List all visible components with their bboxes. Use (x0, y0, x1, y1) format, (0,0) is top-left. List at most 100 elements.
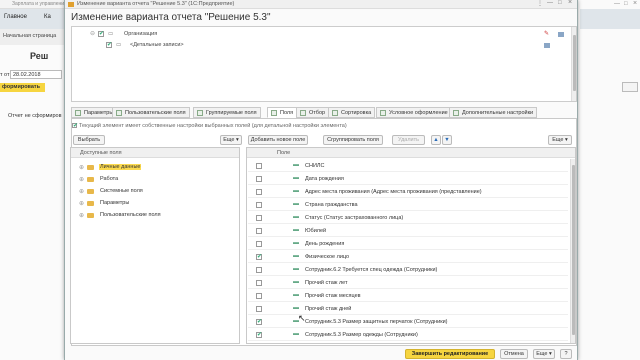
expand-icon[interactable]: ⊕ (79, 200, 84, 207)
field-checkbox[interactable] (256, 163, 262, 169)
expand-icon[interactable]: ⊕ (79, 176, 84, 183)
table-row[interactable]: ▬ Страна гражданства (248, 199, 568, 211)
background-right-area: — □ × (578, 0, 640, 360)
field-checkbox[interactable] (256, 306, 262, 312)
structure-scrollbar[interactable] (571, 27, 576, 101)
table-row[interactable]: ▬Сотрудник.5.3 Размер одежды (Сотрудники… (248, 329, 568, 341)
field-checkbox[interactable] (256, 202, 262, 208)
table-row[interactable]: ▬ Адрес места проживания (Адрес места про… (248, 186, 568, 198)
tab-additional-settings[interactable]: Дополнительные настройки (449, 107, 538, 118)
maximize-icon[interactable]: □ (624, 1, 628, 7)
select-button[interactable]: Выбрать (73, 135, 105, 145)
field-icon: ▬ (293, 279, 299, 285)
table-row[interactable]: ▬ Дата рождения (248, 173, 568, 185)
structure-tree: ⊖ ▭ Организация ✎ ▭ <Детальные записи> (71, 26, 577, 102)
expand-icon[interactable]: ⊕ (79, 212, 84, 219)
tab-sort[interactable]: Сортировка (328, 107, 376, 118)
parameters-icon (75, 110, 81, 116)
help-button[interactable]: ? (560, 349, 572, 359)
background-tab-other[interactable]: Ка (44, 14, 51, 20)
background-form-button[interactable]: формировать (0, 83, 45, 92)
field-checkbox[interactable] (256, 318, 262, 325)
field-checkbox[interactable] (256, 293, 262, 299)
dialog-minimize-icon[interactable]: — (547, 0, 553, 6)
structure-checkbox[interactable] (98, 30, 104, 37)
tab-conditional-format[interactable]: Условное оформление (376, 107, 452, 118)
background-right-button[interactable] (622, 82, 638, 92)
field-checkbox[interactable] (256, 280, 262, 286)
scrollbar-thumb[interactable] (572, 165, 575, 335)
row-list-icon[interactable] (544, 43, 550, 48)
filter-icon (300, 110, 306, 116)
delete-button[interactable]: Удалить (392, 135, 425, 145)
scrollbar-thumb[interactable] (573, 35, 576, 91)
table-row[interactable]: ▬ Прочий стаж месяцев (248, 290, 568, 302)
minimize-icon[interactable]: — (614, 1, 620, 7)
field-checkbox[interactable] (256, 215, 262, 221)
add-field-button[interactable]: Добавить новое поле (248, 135, 308, 145)
tab-user-fields[interactable]: Пользовательские поля (112, 107, 190, 118)
field-icon: ▬ (293, 162, 299, 168)
background-section-tabs: Главное Ка (0, 9, 64, 29)
sort-icon (332, 110, 338, 116)
table-row[interactable]: ▬ СНИЛС (248, 160, 568, 172)
own-settings-hint[interactable]: Текущий элемент имеет собственные настро… (72, 122, 347, 129)
own-settings-checkbox[interactable] (72, 122, 78, 129)
more-right-button[interactable]: Еще ▾ (548, 135, 572, 145)
field-checkbox[interactable] (256, 228, 262, 234)
row-list-icon[interactable] (558, 32, 564, 37)
collapse-icon[interactable]: ⊖ (90, 30, 95, 37)
user-fields-icon (116, 110, 122, 116)
more-left-button[interactable]: Еще ▾ (220, 135, 242, 145)
more-footer-button[interactable]: Еще ▾ (533, 349, 555, 359)
finish-editing-button[interactable]: Завершить редактирование (405, 349, 495, 359)
available-fields-header: Доступные поля (71, 148, 239, 158)
background-date-field[interactable]: 28.02.2018 (10, 70, 62, 79)
tree-row-label: Организация (124, 31, 158, 37)
group-fields-button[interactable]: Сгруппировать поля (323, 135, 383, 145)
dialog-close-icon[interactable]: × (568, 0, 572, 6)
tree-row[interactable]: ▭ <Детальные записи> (72, 40, 572, 51)
table-row[interactable]: ▬ День рождения (248, 238, 568, 250)
dialog-maximize-icon[interactable]: □ (558, 0, 562, 6)
field-icon: ▬ (293, 201, 299, 207)
close-icon[interactable]: × (633, 0, 637, 7)
dialog-menu-icon[interactable]: ⋮ (537, 0, 543, 7)
folder-icon (87, 213, 94, 218)
field-checkbox[interactable] (256, 176, 262, 182)
field-checkbox[interactable] (256, 267, 262, 273)
background-window-title: Зарплата и управление... (12, 1, 71, 7)
table-row[interactable]: ▬ Юбилей (248, 225, 568, 237)
move-down-icon[interactable]: ▼ (442, 135, 452, 145)
dialog-window-title: Изменение варианта отчета "Решение 5.3" … (77, 1, 235, 7)
field-checkbox[interactable] (256, 253, 262, 260)
field-checkbox[interactable] (256, 189, 262, 195)
table-row[interactable]: ▬ Статус (Статус застрахованного лица) (248, 212, 568, 224)
background-start-page-tab[interactable]: Начальная страница (0, 29, 64, 45)
cancel-button[interactable]: Отмена (500, 349, 528, 359)
tree-row[interactable]: ⊖ ▭ Организация ✎ (72, 29, 572, 40)
tab-fields[interactable]: Поля (267, 107, 298, 118)
field-checkbox[interactable] (256, 241, 262, 247)
fields-scrollbar[interactable] (570, 159, 575, 343)
expand-icon[interactable]: ⊕ (79, 164, 84, 171)
move-up-icon[interactable]: ▲ (431, 135, 441, 145)
table-row[interactable]: ▬ Прочий стаж лет (248, 277, 568, 289)
records-icon: ▭ (116, 42, 122, 48)
tree-row-label: <Детальные записи> (130, 42, 184, 48)
tab-parameters[interactable]: Параметры (71, 107, 118, 118)
tab-grouping-fields[interactable]: Группируемые поля (193, 107, 261, 118)
grouping-fields-icon (197, 110, 203, 116)
table-row[interactable]: ▬Сотрудник.5.3 Размер защитных перчаток … (248, 316, 568, 328)
field-checkbox[interactable] (256, 331, 262, 338)
background-tab-main[interactable]: Главное (4, 14, 27, 20)
tab-filter[interactable]: Отбор (296, 107, 330, 118)
folder-icon (87, 165, 94, 170)
table-row[interactable]: ▬Физическое лицо (248, 251, 568, 263)
expand-icon[interactable]: ⊕ (79, 188, 84, 195)
row-settings-icon[interactable]: ✎ (544, 30, 549, 37)
table-row[interactable]: ▬ Сотрудник.6.2 Требуется спец одежда (Со… (248, 264, 568, 276)
folder-icon (87, 201, 94, 206)
structure-checkbox[interactable] (106, 41, 112, 48)
table-row[interactable]: ▬ Прочий стаж дней (248, 303, 568, 315)
